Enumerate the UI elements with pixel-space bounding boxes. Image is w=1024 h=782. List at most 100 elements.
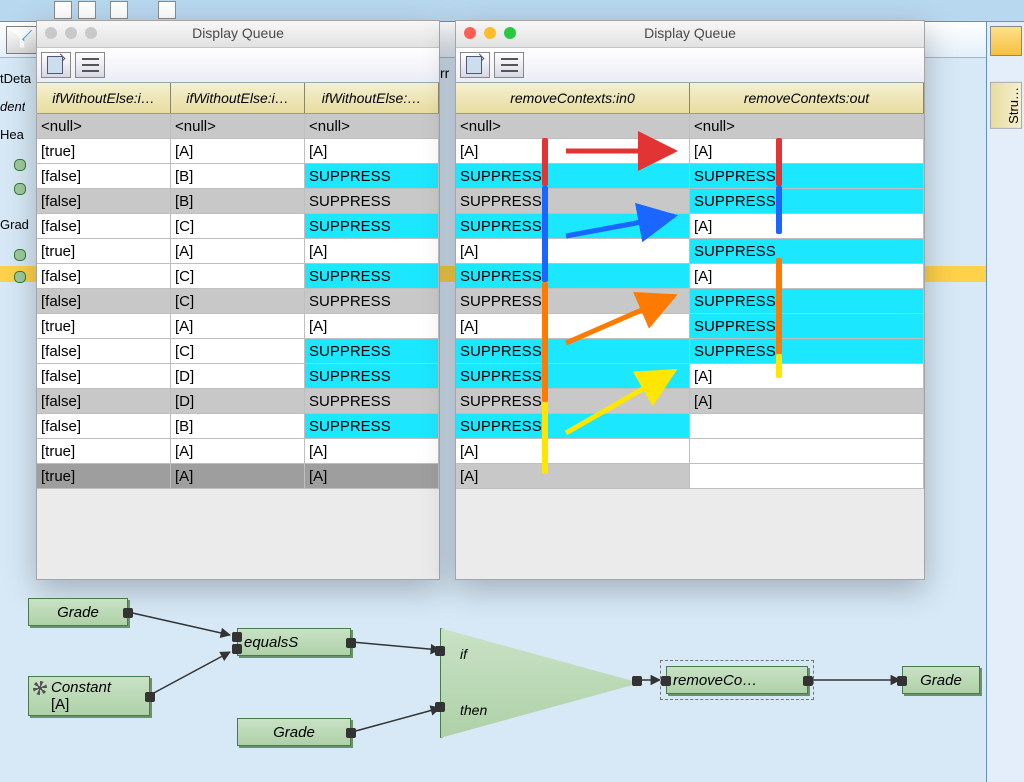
- tree-bullet-icon: [14, 159, 26, 171]
- table-row[interactable]: [true][A][A]: [37, 139, 439, 164]
- table-row[interactable]: [false][C]SUPPRESS: [37, 214, 439, 239]
- filter-button[interactable]: [6, 26, 40, 54]
- table-row[interactable]: [false][D]SUPPRESS: [37, 364, 439, 389]
- table-row[interactable]: [false][D]SUPPRESS: [37, 389, 439, 414]
- table-cell: <null>: [171, 114, 305, 138]
- display-queue-window-left[interactable]: Display Queue ifWithoutElse:i…ifWithoutE…: [36, 20, 440, 580]
- top-small-btn[interactable]: [78, 1, 96, 19]
- column-header[interactable]: removeContexts:out: [690, 83, 924, 113]
- table-row[interactable]: SUPPRESS[A]: [456, 389, 924, 414]
- list-button[interactable]: [75, 52, 105, 78]
- tree-bullet-icon: [14, 183, 26, 195]
- table-cell: SUPPRESS: [456, 389, 690, 413]
- table-row[interactable]: SUPPRESS[A]: [456, 214, 924, 239]
- node-grade-mid[interactable]: Grade: [237, 718, 351, 746]
- node-grade-target[interactable]: Grade: [902, 666, 980, 694]
- doc-button[interactable]: [41, 52, 71, 78]
- table-row[interactable]: [false][B]SUPPRESS: [37, 189, 439, 214]
- port-out[interactable]: [346, 728, 356, 738]
- table-cell: <null>: [37, 114, 171, 138]
- table-cell: SUPPRESS: [305, 289, 439, 313]
- table-cell: SUPPRESS: [305, 414, 439, 438]
- table-row[interactable]: SUPPRESSSUPPRESS: [456, 189, 924, 214]
- column-header[interactable]: ifWithoutElse:i…: [171, 83, 305, 113]
- table-row[interactable]: [false][B]SUPPRESS: [37, 414, 439, 439]
- table-row[interactable]: SUPPRESS[A]: [456, 264, 924, 289]
- table-cell: SUPPRESS: [456, 164, 690, 188]
- table-cell: [false]: [37, 414, 171, 438]
- doc-button[interactable]: [460, 52, 490, 78]
- table-row[interactable]: [true][A][A]: [37, 314, 439, 339]
- table-cell: [true]: [37, 314, 171, 338]
- node-grade-source[interactable]: Grade: [28, 598, 128, 626]
- port-in[interactable]: [897, 676, 907, 686]
- column-header[interactable]: ifWithoutElse:…: [305, 83, 439, 113]
- table-row[interactable]: [A][A]: [456, 139, 924, 164]
- column-header[interactable]: ifWithoutElse:i…: [37, 83, 171, 113]
- table-cell: [690, 439, 924, 463]
- table-row[interactable]: SUPPRESSSUPPRESS: [456, 164, 924, 189]
- table-row[interactable]: [A]SUPPRESS: [456, 239, 924, 264]
- top-small-btn[interactable]: [158, 1, 176, 19]
- table-cell: [A]: [690, 139, 924, 163]
- port-in[interactable]: [435, 702, 445, 712]
- table-row[interactable]: [A]: [456, 439, 924, 464]
- node-label: Constant: [51, 679, 111, 696]
- port-in[interactable]: [232, 644, 242, 654]
- table-row[interactable]: SUPPRESSSUPPRESS: [456, 339, 924, 364]
- table-cell: SUPPRESS: [456, 189, 690, 213]
- table-cell: [A]: [456, 314, 690, 338]
- port-in[interactable]: [232, 632, 242, 642]
- table-cell: SUPPRESS: [690, 189, 924, 213]
- node-constant[interactable]: Constant [A]: [28, 676, 150, 716]
- table-row[interactable]: [A]: [456, 464, 924, 489]
- color-stripe: [776, 258, 782, 354]
- table-row[interactable]: [false][B]SUPPRESS: [37, 164, 439, 189]
- if-label: if: [460, 646, 467, 662]
- port-out[interactable]: [145, 692, 155, 702]
- mapping-graph[interactable]: Grade Constant [A] equalsS Grade if then…: [0, 580, 986, 780]
- table-row[interactable]: SUPPRESS: [456, 414, 924, 439]
- table-row[interactable]: <null><null>: [456, 114, 924, 139]
- table-cell: [A]: [690, 214, 924, 238]
- table-row[interactable]: [false][C]SUPPRESS: [37, 289, 439, 314]
- display-queue-window-right[interactable]: Display Queue removeContexts:in0removeCo…: [455, 20, 925, 580]
- table-cell: SUPPRESS: [456, 214, 690, 238]
- table-cell: SUPPRESS: [456, 264, 690, 288]
- table-cell: SUPPRESS: [456, 414, 690, 438]
- window-title: Display Queue: [456, 25, 924, 41]
- port-out[interactable]: [123, 608, 133, 618]
- top-small-btn[interactable]: [110, 1, 128, 19]
- table-cell: [A]: [305, 239, 439, 263]
- list-button[interactable]: [494, 52, 524, 78]
- node-removeContexts[interactable]: removeCo…: [666, 666, 808, 694]
- table-row[interactable]: SUPPRESSSUPPRESS: [456, 289, 924, 314]
- node-if-then[interactable]: [440, 628, 640, 738]
- port-in[interactable]: [435, 646, 445, 656]
- top-small-btn[interactable]: [54, 1, 72, 19]
- table-row[interactable]: [true][A][A]: [37, 239, 439, 264]
- table-row[interactable]: SUPPRESS[A]: [456, 364, 924, 389]
- table-cell: SUPPRESS: [305, 189, 439, 213]
- table-cell: <null>: [690, 114, 924, 138]
- column-header[interactable]: removeContexts:in0: [456, 83, 690, 113]
- table-cell: [C]: [171, 289, 305, 313]
- port-out[interactable]: [346, 638, 356, 648]
- port-in[interactable]: [661, 676, 671, 686]
- node-equalsS[interactable]: equalsS: [237, 628, 351, 656]
- table-row[interactable]: <null><null><null>: [37, 114, 439, 139]
- table-row[interactable]: [true][A][A]: [37, 464, 439, 489]
- right-vertical-tab[interactable]: Stru…: [990, 82, 1022, 129]
- right-tree-button[interactable]: [990, 26, 1022, 56]
- table-row[interactable]: [false][C]SUPPRESS: [37, 264, 439, 289]
- table-row[interactable]: [true][A][A]: [37, 439, 439, 464]
- table-cell: SUPPRESS: [690, 289, 924, 313]
- port-out[interactable]: [632, 676, 642, 686]
- table-row[interactable]: [A]SUPPRESS: [456, 314, 924, 339]
- table-cell: SUPPRESS: [305, 339, 439, 363]
- table-row[interactable]: [false][C]SUPPRESS: [37, 339, 439, 364]
- table-cell: SUPPRESS: [690, 314, 924, 338]
- color-stripe: [542, 402, 548, 474]
- port-out[interactable]: [803, 676, 813, 686]
- node-label: Grade: [273, 724, 315, 741]
